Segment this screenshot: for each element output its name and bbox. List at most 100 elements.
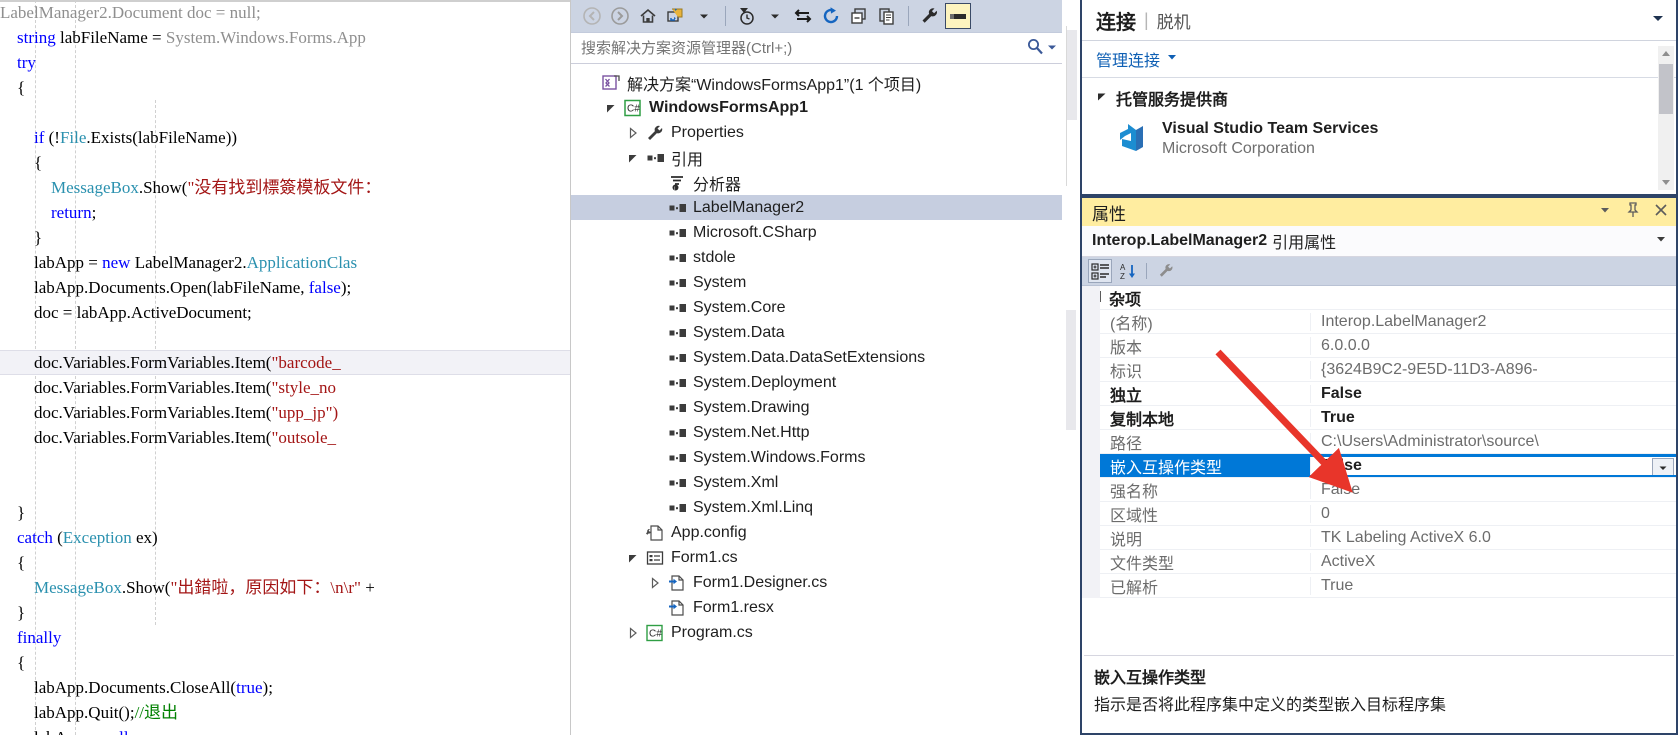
property-row[interactable]: 文件类型 ActiveX	[1082, 550, 1676, 574]
team-explorer-scrollbar[interactable]	[1658, 46, 1674, 190]
property-value[interactable]: True	[1310, 576, 1676, 595]
expander-open-icon[interactable]	[623, 552, 643, 564]
chevron-down-icon[interactable]	[691, 3, 717, 29]
property-value[interactable]: True	[1310, 408, 1676, 427]
chevron-down-icon[interactable]	[1652, 457, 1674, 475]
property-row[interactable]: 强名称 False	[1082, 478, 1676, 502]
categorized-view-icon[interactable]	[1088, 259, 1112, 283]
tree-node[interactable]: C# WindowsFormsApp1	[571, 95, 1063, 120]
tree-node[interactable]: System.Drawing	[571, 395, 1063, 420]
property-value[interactable]: 0	[1310, 504, 1676, 523]
refresh-icon[interactable]	[818, 3, 844, 29]
tree-node[interactable]: System.Xml.Linq	[571, 495, 1063, 520]
search-icon[interactable]	[1026, 37, 1044, 60]
property-category-row[interactable]: 杂项	[1082, 286, 1676, 310]
expander-open-icon[interactable]	[623, 152, 643, 164]
property-row[interactable]: 独立 False	[1082, 382, 1676, 406]
tree-node[interactable]: App.config	[571, 520, 1063, 545]
hosted-providers-group[interactable]: 托管服务提供商	[1092, 86, 1676, 110]
properties-grid[interactable]: 杂项 (名称) Interop.LabelManager2 版本 6.0.0.0 标识 {3…	[1082, 286, 1676, 598]
property-value[interactable]: C:\Users\Administrator\source\	[1310, 432, 1676, 451]
tree-node[interactable]: Form1.Designer.cs	[571, 570, 1063, 595]
tree-node[interactable]: System	[571, 270, 1063, 295]
tree-node[interactable]: System.Deployment	[571, 370, 1063, 395]
expander-closed-icon[interactable]	[623, 126, 643, 139]
expander-closed-icon[interactable]	[645, 576, 665, 589]
property-row[interactable]: 复制本地 True	[1082, 406, 1676, 430]
tree-node[interactable]: Form1.resx	[571, 595, 1063, 620]
properties-wrench-icon[interactable]	[917, 3, 943, 29]
tree-node[interactable]: stdole	[571, 245, 1063, 270]
code-text[interactable]: LabelManager2.Document doc = null; strin…	[0, 0, 570, 735]
property-row[interactable]: 嵌入互操作类型 False	[1082, 454, 1676, 478]
solution-tree[interactable]: 解决方案“WindowsFormsApp1”(1 个项目) C# WindowsFo…	[571, 64, 1063, 645]
property-value[interactable]: False	[1310, 480, 1676, 499]
home-icon[interactable]	[635, 3, 661, 29]
property-key: 标识	[1110, 363, 1143, 381]
forward-icon[interactable]	[607, 3, 633, 29]
tree-node[interactable]: System.Xml	[571, 470, 1063, 495]
tree-node[interactable]: 引用	[571, 145, 1063, 170]
window-menu-icon[interactable]	[1598, 203, 1612, 222]
tree-node[interactable]: System.Net.Http	[571, 420, 1063, 445]
code-editor[interactable]: LabelManager2.Document doc = null; strin…	[0, 0, 570, 735]
expander-open-icon[interactable]	[601, 102, 621, 114]
description-title: 嵌入互操作类型	[1094, 670, 1207, 687]
expander-closed-icon[interactable]	[623, 626, 643, 639]
reference-icon	[665, 224, 689, 242]
sync-with-active-document-icon[interactable]	[663, 3, 689, 29]
tree-node[interactable]: i 分析器	[571, 170, 1063, 195]
property-value[interactable]: Interop.LabelManager2	[1310, 312, 1676, 331]
tree-node[interactable]: Microsoft.CSharp	[571, 220, 1063, 245]
tree-node[interactable]: System.Data	[571, 320, 1063, 345]
collapse-all-icon[interactable]	[846, 3, 872, 29]
search-dropdown-icon[interactable]	[1047, 39, 1057, 57]
back-icon[interactable]	[579, 3, 605, 29]
chevron-down-icon[interactable]	[1654, 232, 1668, 251]
property-row[interactable]: 已解析 True	[1082, 574, 1676, 598]
property-row[interactable]: 路径 C:\Users\Administrator\source\	[1082, 430, 1676, 454]
scrollbar-thumb[interactable]	[1659, 64, 1673, 114]
expander-open-icon[interactable]	[1096, 89, 1108, 107]
tree-node[interactable]: 解决方案“WindowsFormsApp1”(1 个项目)	[571, 70, 1063, 95]
pin-icon[interactable]	[1626, 201, 1640, 223]
sync-views-icon[interactable]	[790, 3, 816, 29]
property-value[interactable]: False	[1310, 384, 1676, 403]
property-row[interactable]: 区域性 0	[1082, 502, 1676, 526]
manage-connections-link[interactable]: 管理连接	[1082, 41, 1676, 78]
property-row[interactable]: 标识 {3624B9C2-9E5D-11D3-A896-	[1082, 358, 1676, 382]
close-icon[interactable]	[1654, 203, 1668, 222]
property-value[interactable]: False	[1310, 456, 1676, 475]
scroll-up-icon[interactable]	[1658, 46, 1674, 62]
solution-explorer-search[interactable]	[571, 33, 1063, 64]
search-input[interactable]	[579, 38, 1026, 58]
tree-node[interactable]: C# Program.cs	[571, 620, 1063, 645]
preview-selected-items-icon[interactable]	[945, 3, 971, 29]
tree-node[interactable]: System.Windows.Forms	[571, 445, 1063, 470]
provider-item-vsts[interactable]: Visual Studio Team Services Microsoft Co…	[1092, 110, 1676, 161]
property-key: 嵌入互操作类型	[1110, 459, 1223, 477]
property-value[interactable]: ActiveX	[1310, 552, 1676, 571]
chevron-down-icon[interactable]	[1650, 10, 1666, 31]
chevron-down-2-icon[interactable]	[762, 3, 788, 29]
show-all-files-icon[interactable]	[874, 3, 900, 29]
property-value[interactable]: {3624B9C2-9E5D-11D3-A896-	[1310, 360, 1676, 379]
property-row[interactable]: 版本 6.0.0.0	[1082, 334, 1676, 358]
property-value[interactable]: TK Labeling ActiveX 6.0	[1310, 528, 1676, 547]
tree-node[interactable]: System.Data.DataSetExtensions	[571, 345, 1063, 370]
property-row[interactable]: 说明 TK Labeling ActiveX 6.0	[1082, 526, 1676, 550]
property-row[interactable]: (名称) Interop.LabelManager2	[1082, 310, 1676, 334]
property-value[interactable]: 6.0.0.0	[1310, 336, 1676, 355]
alphabetical-sort-icon[interactable]: A Z	[1115, 259, 1139, 283]
properties-mini-scrollbar[interactable]	[1066, 200, 1076, 720]
tree-node[interactable]: System.Core	[571, 295, 1063, 320]
tree-node[interactable]: LabelManager2	[571, 195, 1063, 220]
properties-object-selector[interactable]: Interop.LabelManager2 引用属性	[1082, 226, 1676, 257]
team-explorer-mini-scrollbar[interactable]	[1066, 26, 1077, 186]
chevron-down-icon[interactable]	[1166, 50, 1178, 68]
tree-node[interactable]: Form1.cs	[571, 545, 1063, 570]
tree-node[interactable]: Properties	[571, 120, 1063, 145]
property-pages-icon[interactable]	[1154, 259, 1178, 283]
pending-changes-icon[interactable]	[734, 3, 760, 29]
scroll-down-icon[interactable]	[1658, 174, 1674, 190]
